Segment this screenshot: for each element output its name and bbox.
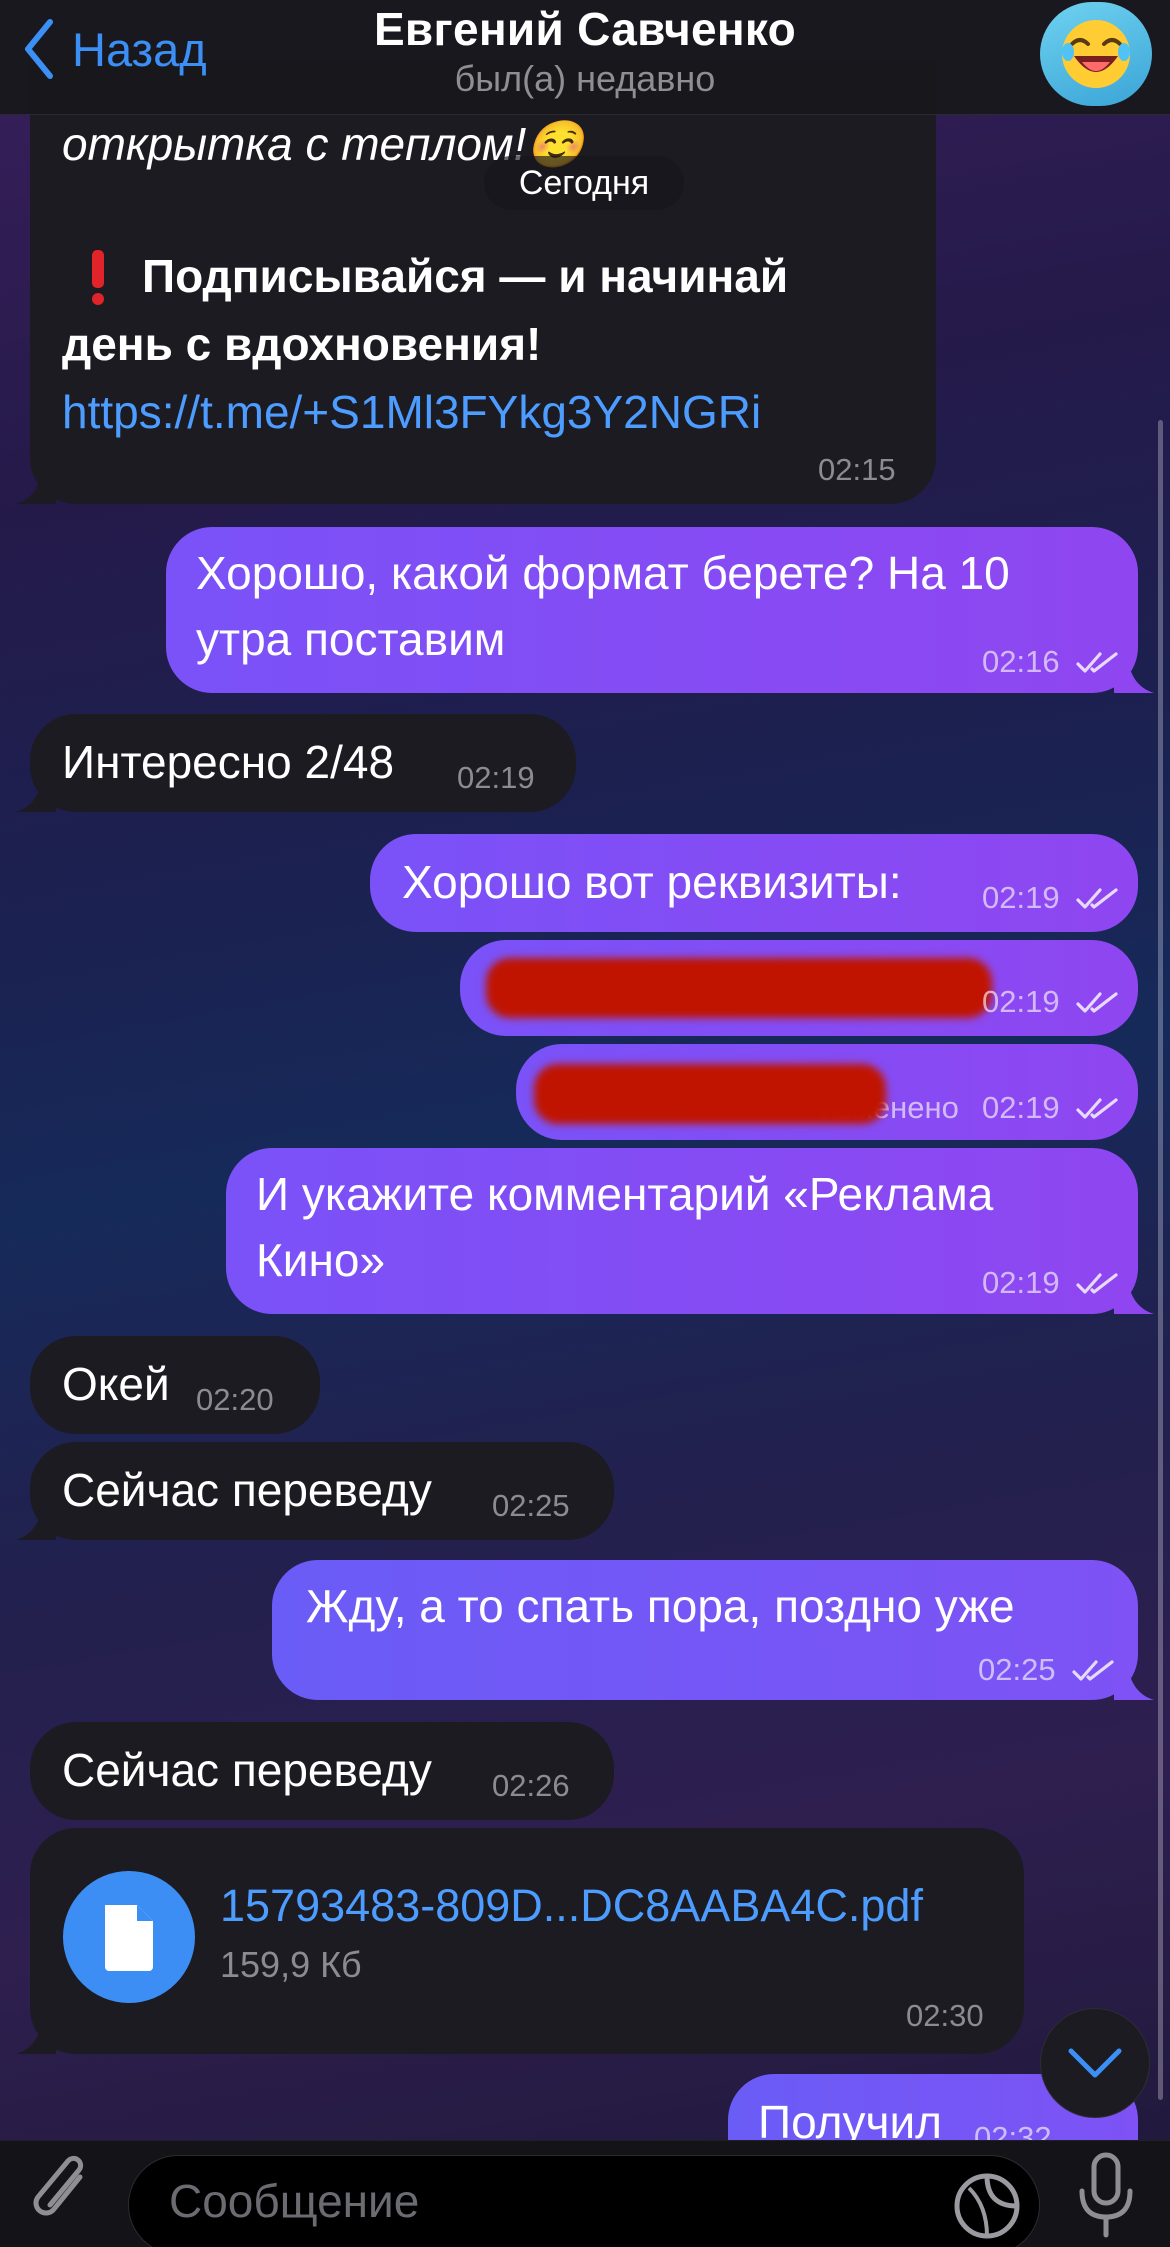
bubble-tail	[1114, 1666, 1154, 1700]
sticker-icon[interactable]	[951, 2170, 1023, 2242]
chat-header: Назад Евгений Савченко был(а) недавно	[0, 0, 1170, 115]
microphone-icon[interactable]	[1072, 2151, 1140, 2241]
read-checkmarks-icon	[1076, 888, 1118, 909]
file-size: 159,9 Кб	[220, 1944, 362, 1985]
message-text: Хорошо вот реквизиты:	[402, 856, 902, 908]
message-outgoing[interactable]: Хорошо вот реквизиты: 02:19	[370, 834, 1138, 932]
message-text: И укажите комментарий «Реклама	[256, 1168, 994, 1220]
message-time: 02:19	[982, 984, 1060, 1019]
message-link[interactable]: https://t.me/+S1Ml3FYkg3Y2NGRi	[62, 378, 761, 446]
scrollbar[interactable]	[1158, 420, 1163, 2100]
redaction-scribble	[534, 1064, 886, 1124]
message-incoming[interactable]: Окей 02:20	[30, 1336, 320, 1434]
message-text: Сейчас переведу	[62, 1744, 432, 1796]
scroll-to-bottom-button[interactable]	[1040, 2008, 1150, 2118]
message-outgoing-redacted[interactable]: 02:19	[460, 940, 1138, 1036]
message-outgoing[interactable]: Жду, а то спать пора, поздно уже 02:25	[272, 1560, 1138, 1700]
read-checkmarks-icon	[1072, 1660, 1114, 1681]
bubble-tail	[16, 2020, 56, 2054]
message-text: Жду, а то спать пора, поздно уже	[306, 1580, 1015, 1632]
avatar[interactable]	[1040, 2, 1152, 106]
message-text: Подписывайся — и начинай	[142, 250, 789, 302]
message-time: 02:25	[492, 1488, 570, 1523]
bubble-tail	[16, 470, 56, 504]
message-composer: Сообщение	[0, 2140, 1170, 2247]
message-outgoing[interactable]: И укажите комментарий «Реклама Кино» 02:…	[226, 1148, 1138, 1314]
chat-area[interactable]: открытка с теплом!☺️ Подписывайся — и на…	[0, 0, 1170, 2140]
message-time: 02:19	[982, 1090, 1060, 1125]
contact-name[interactable]: Евгений Савченко	[0, 2, 1170, 56]
bubble-tail	[1114, 659, 1154, 693]
message-outgoing-redacted[interactable]: изменено 02:19	[516, 1044, 1138, 1140]
message-text: Получил	[758, 2096, 942, 2140]
message-text: утра поставим	[196, 613, 506, 665]
message-time: 02:30	[906, 1998, 984, 2033]
message-text: Сейчас переведу	[62, 1464, 432, 1516]
chevron-down-icon	[1068, 2048, 1122, 2078]
message-text: Окей	[62, 1358, 170, 1410]
message-time: 02:15	[818, 452, 896, 487]
read-checkmarks-icon	[1076, 1098, 1118, 1119]
message-text: Интересно 2/48	[62, 736, 395, 788]
laughing-emoji-icon	[1062, 20, 1130, 88]
bubble-tail	[16, 1506, 56, 1540]
bubble-tail	[16, 778, 56, 812]
contact-status: был(а) недавно	[454, 58, 716, 99]
redaction-scribble	[486, 958, 992, 1018]
message-time: 02:32	[974, 2120, 1052, 2140]
message-time: 02:26	[492, 1768, 570, 1803]
message-text: Хорошо, какой формат берете? На 10	[196, 547, 1010, 599]
file-name[interactable]: 15793483-809D...DC8AABA4C.pdf	[220, 1880, 923, 1932]
message-incoming[interactable]: Сейчас переведу 02:25	[30, 1442, 614, 1540]
bubble-tail	[1114, 1280, 1154, 1314]
message-time: 02:25	[978, 1652, 1056, 1687]
message-time: 02:19	[982, 1265, 1060, 1300]
message-incoming[interactable]: Интересно 2/48 02:19	[30, 714, 576, 812]
file-document-icon[interactable]	[63, 1871, 195, 2003]
message-time: 02:19	[457, 760, 535, 795]
message-input[interactable]: Сообщение	[128, 2155, 1040, 2247]
message-time: 02:20	[196, 1382, 274, 1417]
read-checkmarks-icon	[1076, 992, 1118, 1013]
message-incoming[interactable]: открытка с теплом!☺️ Подписывайся — и на…	[30, 60, 936, 504]
message-text: Кино»	[256, 1234, 386, 1286]
exclamation-icon	[78, 248, 118, 306]
paperclip-icon[interactable]	[28, 2147, 98, 2235]
message-incoming[interactable]: Сейчас переведу 02:26	[30, 1722, 614, 1820]
message-outgoing[interactable]: Хорошо, какой формат берете? На 10 утра …	[166, 527, 1138, 693]
message-time: 02:19	[982, 880, 1060, 915]
message-time: 02:16	[982, 644, 1060, 679]
message-text: день с вдохновения!	[62, 318, 542, 370]
date-separator: Сегодня	[484, 156, 684, 210]
message-input-placeholder: Сообщение	[169, 2175, 420, 2227]
